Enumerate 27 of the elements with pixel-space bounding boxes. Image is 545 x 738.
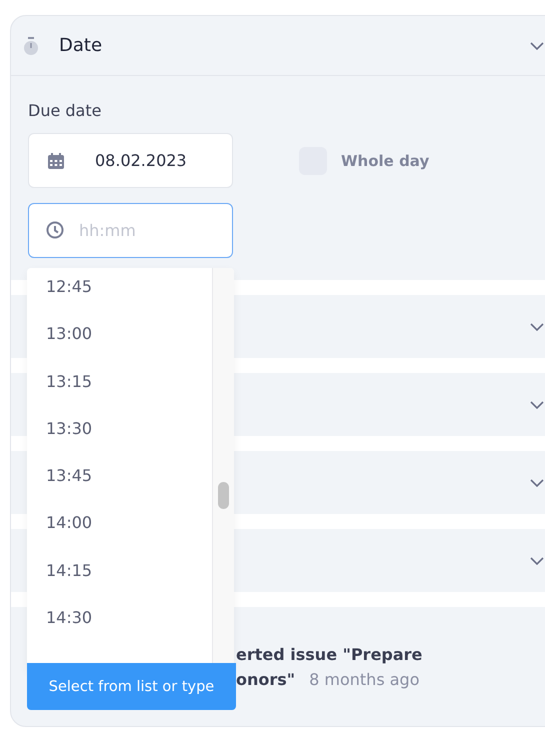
chevron-icon[interactable] bbox=[530, 322, 544, 330]
tooltip: Select from list or type bbox=[27, 663, 236, 710]
chevron-icon[interactable] bbox=[530, 556, 544, 564]
time-field[interactable]: hh:mm bbox=[28, 203, 233, 258]
time-option[interactable]: 13:30 bbox=[46, 416, 212, 464]
clock-icon bbox=[46, 221, 64, 239]
time-option[interactable]: 14:30 bbox=[46, 606, 212, 654]
calendar-icon bbox=[47, 152, 65, 170]
activity-text: erted issue "Prepare bbox=[236, 645, 424, 664]
section-title: Date bbox=[59, 35, 104, 56]
chevron-icon bbox=[530, 42, 544, 50]
field-label: Due date bbox=[28, 101, 102, 120]
chevron-icon[interactable] bbox=[530, 400, 544, 408]
checkbox-label: Whole day bbox=[341, 152, 430, 170]
stopwatch-icon bbox=[23, 36, 39, 54]
time-option[interactable]: 13:00 bbox=[46, 322, 212, 370]
time-option[interactable]: 13:45 bbox=[46, 464, 212, 512]
timestamp: 8 months ago bbox=[309, 670, 420, 689]
date-field[interactable]: 08.02.2023 bbox=[28, 133, 233, 188]
section-header[interactable]: Date bbox=[11, 16, 545, 76]
time-option[interactable]: 14:15 bbox=[46, 558, 212, 606]
scrollbar-thumb[interactable] bbox=[218, 482, 229, 509]
time-option[interactable]: 14:00 bbox=[46, 511, 212, 559]
chevron-icon[interactable] bbox=[530, 478, 544, 486]
time-option[interactable]: 12:45 bbox=[46, 275, 212, 322]
activity-text: onors" bbox=[236, 670, 296, 689]
time-option[interactable]: 13:15 bbox=[46, 370, 212, 417]
